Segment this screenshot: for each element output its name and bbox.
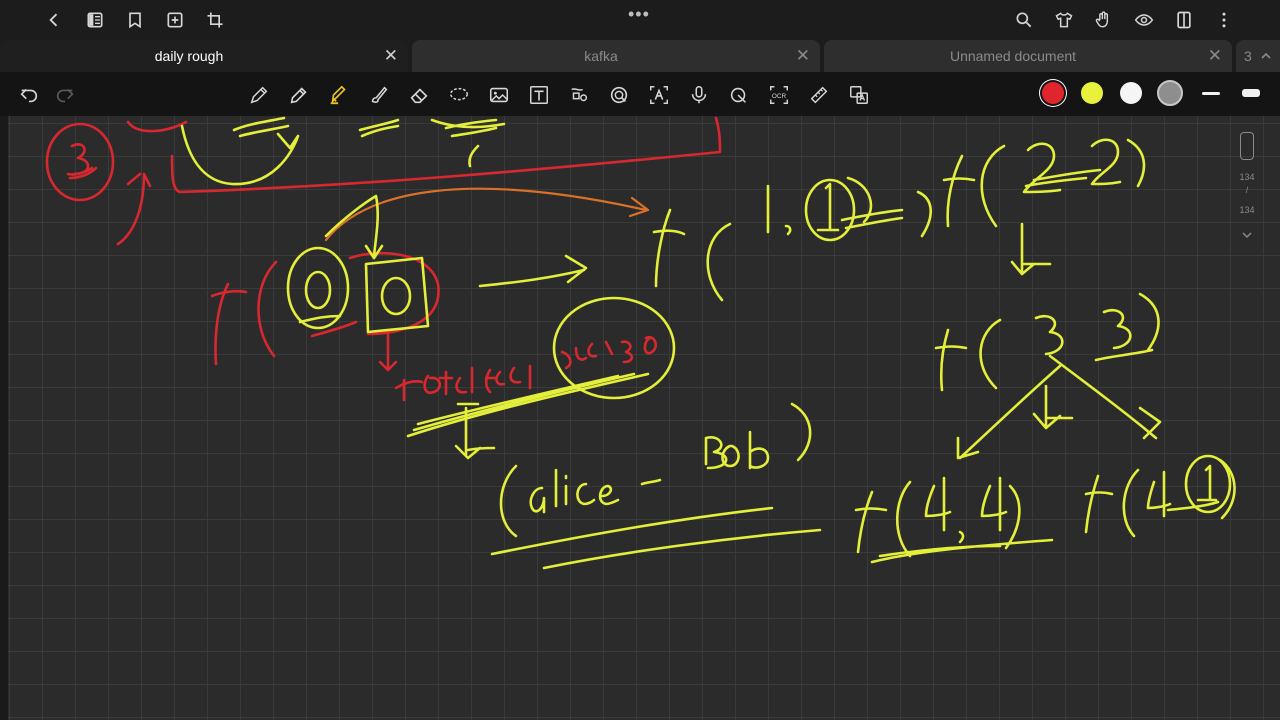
color-swatch-yellow[interactable]	[1081, 82, 1103, 104]
image-icon[interactable]	[486, 82, 512, 108]
close-tab-icon[interactable]: ✕	[384, 46, 398, 66]
yellow-digit-3b	[1094, 292, 1160, 362]
add-page-icon[interactable]	[163, 8, 187, 32]
eraser-icon[interactable]	[406, 82, 432, 108]
chevron-up-icon	[1261, 52, 1271, 59]
red-down-arrow	[378, 328, 398, 372]
yellow-digit-2a	[1022, 142, 1102, 194]
yellow-scribbles-top	[232, 116, 506, 168]
close-tab-icon[interactable]: ✕	[1208, 46, 1222, 66]
translate-icon[interactable]	[846, 82, 872, 108]
color-swatch-white[interactable]	[1120, 82, 1142, 104]
tab-bar: daily rough ✕ kafka ✕ Unnamed document ✕…	[0, 40, 1280, 72]
tab-label: daily rough	[154, 48, 224, 64]
yellow-digit-0b	[380, 276, 412, 316]
tab-unnamed-document[interactable]: Unnamed document ✕	[824, 40, 1232, 72]
yellow-digit-2b	[1090, 138, 1146, 188]
tab-overflow[interactable]: 3	[1236, 40, 1280, 72]
reader-icon[interactable]	[1172, 8, 1196, 32]
red-arrow-up	[116, 172, 152, 246]
yellow-f-3-3	[934, 318, 1002, 392]
yellow-word-alice	[529, 468, 620, 514]
eye-icon[interactable]	[1132, 8, 1156, 32]
back-icon[interactable]	[42, 8, 66, 32]
chevron-down-icon[interactable]	[1241, 230, 1253, 240]
yellow-f-1-1	[652, 208, 732, 302]
yellow-f-4-4	[854, 480, 912, 558]
shape-icon[interactable]	[726, 82, 752, 108]
yellow-box-0b	[364, 256, 430, 334]
current-page-number: 134	[1239, 172, 1255, 182]
ocr-label: OCR	[772, 93, 787, 100]
brush-icon[interactable]	[366, 82, 392, 108]
tab-label: Unnamed document	[949, 48, 1077, 64]
tab-kafka[interactable]: kafka ✕	[412, 40, 820, 72]
bookmark-icon[interactable]	[123, 8, 147, 32]
yellow-open-paren	[499, 464, 518, 538]
shape-recognition-icon[interactable]	[566, 82, 592, 108]
yellow-underline-alice	[490, 506, 822, 570]
page-separator: /	[1245, 185, 1249, 195]
total-page-number: 134	[1239, 205, 1255, 215]
tab-count: 3	[1244, 48, 1252, 64]
thin-stroke-icon	[1202, 91, 1220, 95]
redo-icon[interactable]	[52, 82, 78, 108]
close-tab-icon[interactable]: ✕	[796, 46, 810, 66]
search-icon[interactable]	[1012, 8, 1036, 32]
pen-icon[interactable]	[246, 82, 272, 108]
red-digit-3	[66, 143, 98, 180]
yellow-close-paren	[790, 402, 812, 462]
yellow-f-2-2	[942, 144, 1006, 228]
undo-icon[interactable]	[16, 82, 42, 108]
thick-stroke-icon	[1242, 89, 1260, 97]
outline-icon[interactable]	[83, 8, 107, 32]
more-dots-icon[interactable]: •••	[628, 4, 650, 25]
yellow-branch-middle	[1032, 384, 1074, 430]
measure-icon[interactable]	[806, 82, 832, 108]
page-thumb-icon	[1240, 132, 1254, 160]
microphone-icon[interactable]	[686, 82, 712, 108]
yellow-dash	[640, 478, 662, 486]
crop-icon[interactable]	[203, 8, 227, 32]
yellow-digit-3a	[1034, 314, 1064, 356]
yellow-digit-4	[1146, 470, 1220, 518]
gesture-icon[interactable]	[1092, 8, 1116, 32]
color-swatch-gray[interactable]	[1157, 80, 1183, 106]
text-box-icon[interactable]	[526, 82, 552, 108]
yellow-digit-0a	[304, 270, 332, 310]
lasso-icon[interactable]	[446, 82, 472, 108]
ocr-icon[interactable]: OCR	[766, 82, 792, 108]
tab-label: kafka	[584, 48, 618, 64]
yellow-digit-1	[766, 184, 792, 236]
yellow-f-4-1	[1084, 468, 1140, 538]
overflow-menu-icon[interactable]	[1212, 8, 1236, 32]
yellow-digit-1-circled	[816, 176, 932, 238]
yellow-down-arrow-1	[1010, 222, 1052, 276]
shirt-icon[interactable]	[1052, 8, 1076, 32]
red-f-paren	[210, 260, 278, 366]
red-total-note	[394, 335, 658, 402]
yellow-branch-right	[1048, 354, 1162, 440]
text-recognition-icon[interactable]	[646, 82, 672, 108]
pencil-icon[interactable]	[286, 82, 312, 108]
yellow-highlight	[406, 372, 650, 438]
handwritten-ink	[45, 116, 1236, 570]
page-scroller[interactable]: 134 / 134	[1226, 128, 1268, 248]
thick-stroke-option[interactable]	[1240, 81, 1262, 105]
tab-daily-rough[interactable]: daily rough ✕	[0, 40, 408, 72]
app-window: ••• daily rough ✕ kafka ✕ Unnamed docume…	[0, 0, 1280, 720]
yellow-arrow-right	[478, 254, 588, 288]
app-bar: •••	[0, 0, 1280, 40]
yellow-word-bob	[704, 430, 770, 470]
yellow-digits-4-4	[870, 476, 1054, 564]
thin-stroke-option[interactable]	[1200, 81, 1222, 105]
sticker-icon[interactable]	[606, 82, 632, 108]
highlighter-icon[interactable]	[326, 82, 352, 108]
red-circle-3	[45, 122, 115, 202]
color-swatch-red[interactable]	[1042, 82, 1064, 104]
